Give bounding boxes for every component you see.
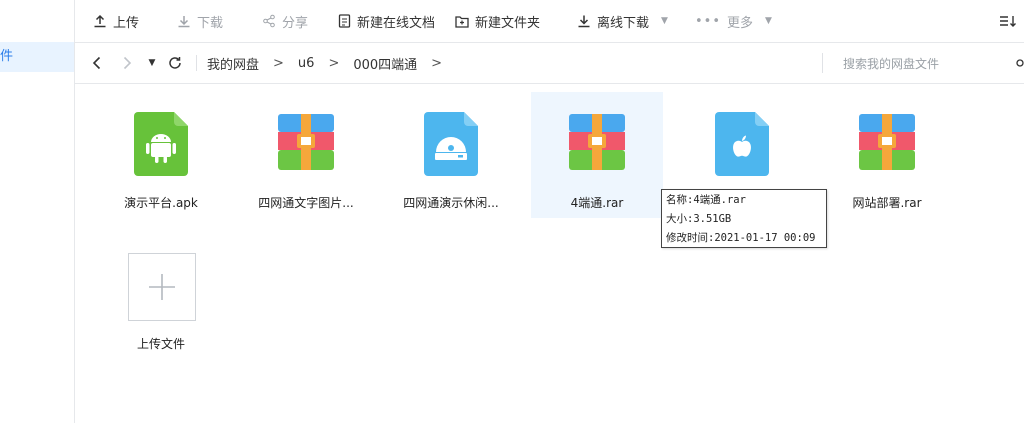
tooltip-size: 大小:3.51GB: [666, 213, 732, 225]
sort-icon: [1000, 16, 1016, 27]
search-input[interactable]: [841, 53, 1015, 75]
upload-file-tile[interactable]: [128, 253, 196, 321]
chevron-down-icon: ▼: [765, 16, 772, 26]
sidebar-item-files[interactable]: 文件: [0, 42, 74, 72]
breadcrumb-separator: >: [273, 55, 284, 71]
file-name: 网站部署.rar: [852, 196, 922, 210]
breadcrumb-separator[interactable]: >: [431, 56, 442, 71]
new-online-doc-button[interactable]: 新建在线文档: [338, 0, 435, 42]
file-name: 四网通演示休闲...: [403, 196, 499, 210]
back-button[interactable]: [87, 43, 107, 83]
ellipsis-icon: •••: [695, 13, 722, 29]
file-info-tooltip: 名称:4端通.rar 大小:3.51GB 修改时间:2021-01-17 00:…: [661, 189, 827, 248]
sidebar: 用 文件 间 享 ·: [0, 0, 75, 423]
search-box: [822, 53, 1015, 75]
breadcrumb-item-u6[interactable]: u6: [298, 56, 315, 71]
new-folder-button[interactable]: 新建文件夹: [455, 0, 540, 42]
file-item[interactable]: 四网通文字图片...: [240, 92, 372, 218]
divider: [196, 55, 197, 71]
refresh-icon: [169, 57, 181, 69]
breadcrumb-separator: >: [328, 55, 340, 71]
upload-icon: [94, 14, 106, 28]
breadcrumb-item-current[interactable]: 000四端通: [353, 54, 417, 73]
breadcrumb-item-my-drive[interactable]: 我的网盘: [207, 54, 259, 73]
tooltip-modified: 修改时间:2021-01-17 00:09: [666, 232, 816, 244]
file-item[interactable]: 演示平台.apk: [95, 92, 227, 218]
offline-download-icon: [578, 15, 590, 28]
plus-icon: [149, 274, 175, 300]
file-name: 4端通.rar: [570, 196, 624, 210]
chevron-down-icon[interactable]: ▼: [661, 16, 668, 26]
toolbar: 上传 下载 分享 新建在线文档 新建文件夹 离线下载 ▼ ••• 更多 ▼: [75, 0, 1024, 43]
apple-icon: [715, 112, 769, 180]
more-button[interactable]: ••• 更多 ▼: [695, 0, 772, 42]
file-item-selected[interactable]: 4端通.rar: [531, 92, 663, 218]
file-name: 四网通文字图片...: [258, 196, 354, 210]
chevron-left-icon: [92, 56, 101, 70]
android-icon: [134, 112, 188, 180]
file-item[interactable]: 网站部署.rar: [821, 92, 953, 218]
upload-file-label: 上传文件: [136, 337, 185, 351]
file-item[interactable]: 四网通演示休闲...: [385, 92, 517, 218]
offline-download-button[interactable]: 离线下载 ▼: [577, 0, 668, 42]
document-icon: [338, 14, 351, 28]
breadcrumb: 我的网盘 > u6 > 000四端通 >: [207, 43, 442, 83]
forward-button[interactable]: [117, 43, 137, 83]
share-icon: [263, 14, 275, 28]
upload-button[interactable]: 上传: [93, 0, 139, 42]
chevron-right-icon: [123, 56, 132, 70]
share-button[interactable]: 分享: [262, 0, 308, 42]
download-icon: [178, 16, 190, 28]
caret-down-icon: ▼: [148, 58, 156, 68]
navigation-bar: ▼ 我的网盘 > u6 > 000四端通 >: [75, 43, 1024, 84]
rar-icon: [859, 112, 915, 176]
history-dropdown[interactable]: ▼: [145, 43, 159, 83]
download-button[interactable]: 下载: [177, 0, 223, 42]
tooltip-name: 名称:4端通.rar: [666, 194, 746, 206]
search-icon[interactable]: [1014, 58, 1024, 68]
disk-image-icon: [424, 112, 478, 180]
refresh-button[interactable]: [165, 43, 185, 83]
sort-button[interactable]: [999, 0, 1017, 42]
file-name: 演示平台.apk: [124, 196, 198, 210]
folder-plus-icon: [455, 15, 469, 28]
rar-icon: [569, 112, 625, 176]
rar-icon: [278, 112, 334, 176]
